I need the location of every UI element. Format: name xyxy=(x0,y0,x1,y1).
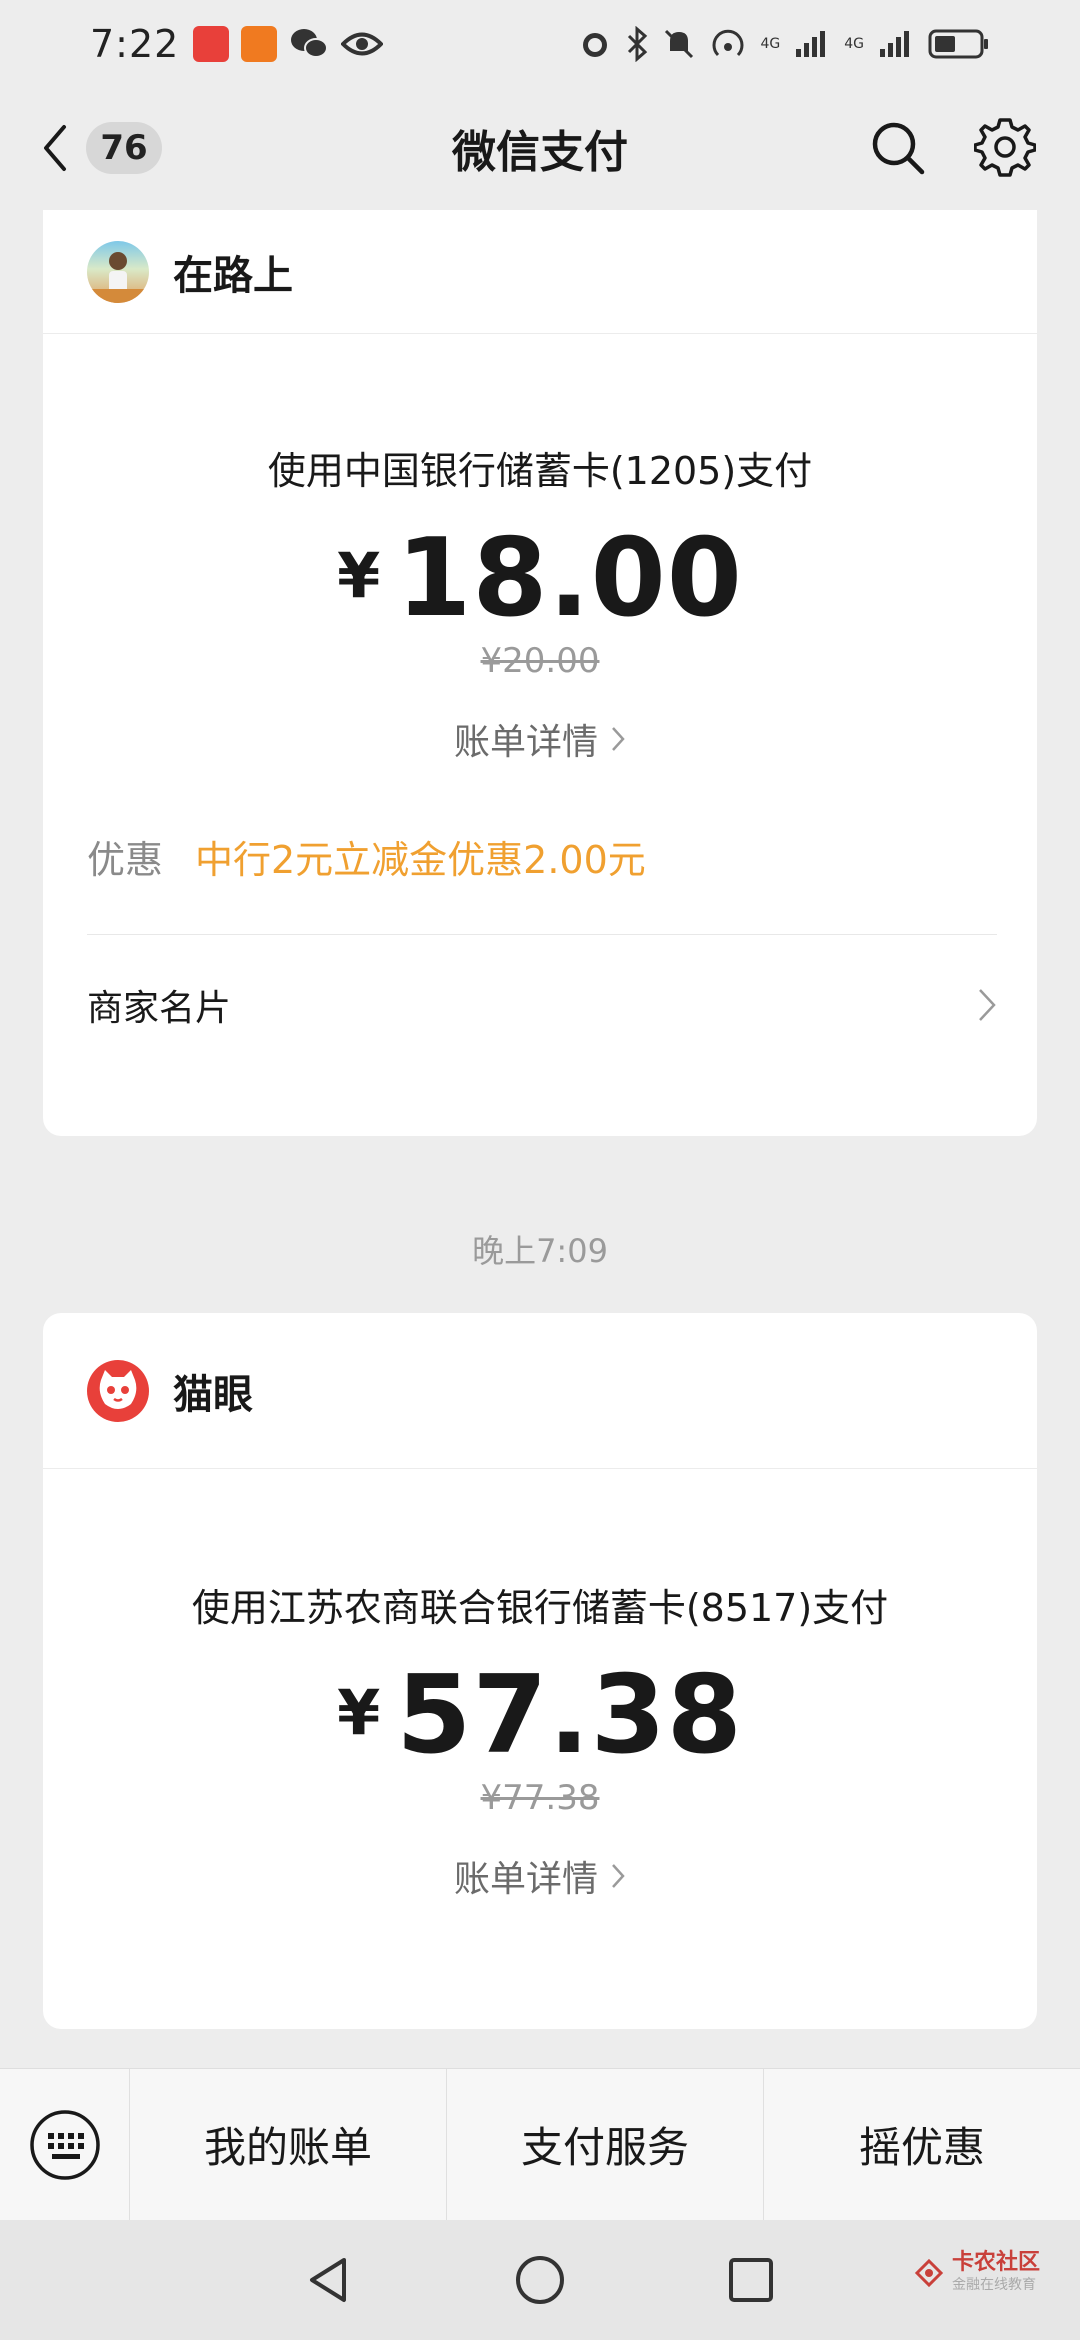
signal-icon xyxy=(880,31,909,57)
discount-row: 优惠 中行2元立减金优惠2.00元 xyxy=(43,829,1037,884)
wechat-icon xyxy=(291,29,329,58)
back-button[interactable] xyxy=(40,118,80,178)
merchant-card-label: 商家名片 xyxy=(87,988,232,1029)
merchant-name: 猫眼 xyxy=(173,1371,253,1418)
system-status-icons: 4G 4G xyxy=(578,26,990,62)
chevron-right-icon xyxy=(979,989,996,1021)
maoyan-cat-icon xyxy=(99,1369,137,1409)
signal-icon xyxy=(796,31,826,57)
mute-icon xyxy=(665,29,694,59)
chevron-left-icon xyxy=(44,125,66,171)
alarm-icon xyxy=(583,33,608,57)
bill-detail-link[interactable]: 账单详情 xyxy=(43,713,1037,765)
watermark-subtitle: 金融在线教育 xyxy=(951,2277,1036,2293)
search-button[interactable] xyxy=(868,118,928,178)
status-bar: 7:22 4G 4G xyxy=(0,0,1080,88)
bluetooth-icon xyxy=(628,26,648,62)
discount-text: 中行2元立减金优惠2.00元 xyxy=(195,838,646,882)
currency-symbol: ¥ xyxy=(337,1676,381,1749)
payment-amount: 57.38 xyxy=(396,1653,743,1778)
keyboard-toggle-button[interactable] xyxy=(0,2068,130,2221)
payment-card: 猫眼 使用江苏农商联合银行储蓄卡(8517)支付 ¥ 57.38 ¥77.38 … xyxy=(43,1313,1037,2029)
amount-row: ¥ 18.00 xyxy=(43,525,1037,633)
search-icon xyxy=(872,122,925,175)
payment-method: 使用江苏农商联合银行储蓄卡(8517)支付 xyxy=(191,1586,889,1630)
bottom-menu: 我的账单 支付服务 摇优惠 xyxy=(0,2068,1080,2221)
recents-square-icon[interactable] xyxy=(726,2255,776,2305)
card-header[interactable]: 猫眼 xyxy=(43,1313,1037,1469)
watermark: 卡农社区 金融在线教育 xyxy=(914,2252,1040,2294)
eye-icon xyxy=(341,32,384,56)
battery-icon xyxy=(928,29,988,59)
unread-count-badge[interactable]: 76 xyxy=(86,122,162,174)
gear-icon xyxy=(973,118,1037,177)
network-label: 4G xyxy=(760,36,781,52)
notification-icons xyxy=(193,26,384,62)
nav-header: 微信支付 76 xyxy=(0,88,1080,208)
chevron-right-icon xyxy=(612,727,625,751)
watermark-logo-icon xyxy=(914,2258,944,2288)
keyboard-icon xyxy=(29,2109,100,2180)
app-notification-icon xyxy=(241,26,278,62)
status-time: 7:22 xyxy=(90,22,180,66)
payment-method: 使用中国银行储蓄卡(1205)支付 xyxy=(267,449,813,493)
currency-symbol: ¥ xyxy=(337,539,381,612)
network-label: 4G xyxy=(844,36,864,52)
merchant-avatar xyxy=(87,240,149,303)
app-notification-icon xyxy=(193,26,230,62)
menu-item-payment-services[interactable]: 支付服务 xyxy=(447,2069,764,2220)
watermark-title: 卡农社区 xyxy=(951,2250,1040,2275)
merchant-name: 在路上 xyxy=(173,252,293,299)
hotspot-icon xyxy=(713,29,744,57)
amount-row: ¥ 57.38 xyxy=(43,1662,1037,1770)
bill-detail-link[interactable]: 账单详情 xyxy=(43,1850,1037,1902)
original-amount: ¥20.00 xyxy=(480,641,600,681)
menu-item-shake-offers[interactable]: 摇优惠 xyxy=(764,2069,1080,2220)
merchant-avatar xyxy=(87,1359,149,1422)
original-amount: ¥77.38 xyxy=(480,1778,600,1818)
back-triangle-icon[interactable] xyxy=(304,2254,354,2306)
home-circle-icon[interactable] xyxy=(514,2254,566,2306)
discount-label: 优惠 xyxy=(87,838,164,882)
time-separator: 晚上7:09 xyxy=(472,1232,608,1270)
card-header[interactable]: 在路上 xyxy=(43,210,1037,334)
payment-card: 在路上 使用中国银行储蓄卡(1205)支付 ¥ 18.00 ¥20.00 账单详… xyxy=(43,210,1037,1136)
menu-item-my-bills[interactable]: 我的账单 xyxy=(130,2069,447,2220)
payment-amount: 18.00 xyxy=(396,516,743,641)
bill-detail-label: 账单详情 xyxy=(453,722,598,763)
merchant-card-row[interactable]: 商家名片 xyxy=(43,935,1037,1075)
bill-detail-label: 账单详情 xyxy=(453,1859,598,1900)
chevron-right-icon xyxy=(612,1864,625,1888)
settings-button[interactable] xyxy=(973,116,1037,178)
